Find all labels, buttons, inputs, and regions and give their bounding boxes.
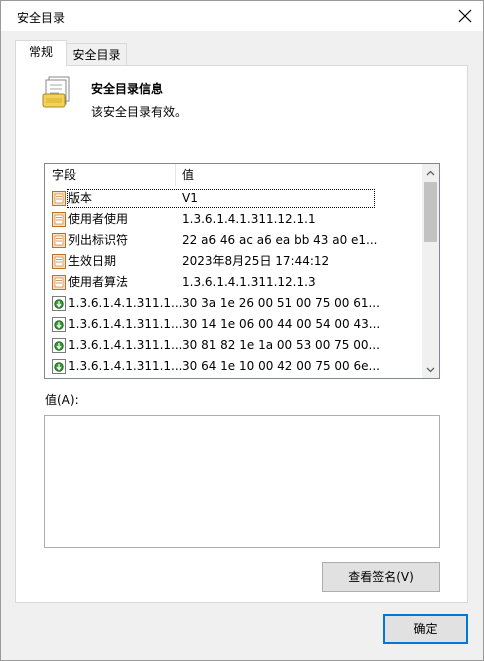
list-row[interactable]: 1.3.6.1.4.1.311.1... 30 81 82 1e 1a 00 5… (45, 335, 422, 356)
list-row[interactable]: 使用者算法 1.3.6.1.4.1.311.12.1.3 (45, 272, 422, 293)
certificate-document-icon (42, 76, 70, 108)
chevron-down-icon (426, 367, 435, 372)
extension-download-icon (52, 317, 66, 332)
list-row[interactable]: 1.3.6.1.4.1.311.1... 30 3a 1e 26 00 51 0… (45, 293, 422, 314)
column-header-field[interactable]: 字段 (52, 164, 76, 186)
row-field: 使用者使用 (68, 212, 129, 226)
row-value: 30 64 1e 10 00 42 00 75 00 6e... (182, 359, 380, 373)
row-value: 22 a6 46 ac a6 ea bb 43 a0 e1... (182, 233, 378, 247)
info-description: 该安全目录有效。 (91, 105, 188, 119)
document-field-icon (52, 212, 66, 227)
title-bar: 安全目录 (1, 1, 483, 31)
list-row[interactable]: 1.3.6.1.4.1.311.1... 30 14 1e 06 00 44 0… (45, 314, 422, 335)
list-row[interactable]: 版本 V1 (45, 188, 422, 209)
value-textbox[interactable] (44, 415, 440, 548)
scroll-up-button[interactable] (422, 164, 439, 181)
field-list[interactable]: 字段 值 版本 V1 使用者使用 1.3.6.1.4.1.311.12.1.1 … (44, 163, 440, 379)
row-field: 1.3.6.1.4.1.311.1... (68, 338, 183, 352)
tab-general[interactable]: 常规 (15, 40, 67, 66)
ok-button[interactable]: 确定 (383, 614, 468, 644)
chevron-up-icon (426, 170, 435, 175)
column-divider[interactable] (175, 164, 176, 186)
list-row[interactable]: 生效日期 2023年8月25日 17:44:12 (45, 251, 422, 272)
row-value: 30 81 82 1e 1a 00 53 00 75 00... (182, 338, 380, 352)
close-button[interactable] (447, 1, 483, 31)
document-field-icon (52, 233, 66, 248)
selected-cell-focus (67, 189, 375, 208)
document-field-icon (52, 254, 66, 269)
list-header: 字段 值 (45, 164, 422, 186)
row-value: 30 3a 1e 26 00 51 00 75 00 61... (182, 296, 380, 310)
value-label: 值(A): (45, 393, 79, 407)
row-value: 1.3.6.1.4.1.311.12.1.3 (182, 275, 316, 289)
view-signature-button[interactable]: 查看签名(V) (322, 562, 440, 592)
info-title: 安全目录信息 (91, 82, 164, 96)
scroll-down-button[interactable] (422, 361, 439, 378)
row-field: 列出标识符 (68, 233, 129, 247)
row-value: V1 (182, 191, 198, 205)
list-row[interactable]: 列出标识符 22 a6 46 ac a6 ea bb 43 a0 e1... (45, 230, 422, 251)
document-field-icon (52, 191, 66, 206)
row-value: 2023年8月25日 17:44:12 (182, 254, 330, 268)
list-row[interactable]: 1.3.6.1.4.1.311.1... 30 64 1e 10 00 42 0… (45, 356, 422, 377)
row-field: 使用者算法 (68, 275, 129, 289)
scroll-thumb[interactable] (424, 182, 437, 242)
row-field: 1.3.6.1.4.1.311.1... (68, 296, 183, 310)
row-field: 生效日期 (68, 254, 117, 268)
extension-download-icon (52, 338, 66, 353)
row-value: 1.3.6.1.4.1.311.12.1.1 (182, 212, 316, 226)
document-field-icon (52, 275, 66, 290)
row-value: 30 14 1e 06 00 44 00 54 00 43... (182, 317, 381, 331)
column-header-value[interactable]: 值 (182, 164, 194, 186)
window-title: 安全目录 (17, 11, 66, 25)
extension-download-icon (52, 296, 66, 311)
close-icon (458, 9, 472, 23)
row-field: 1.3.6.1.4.1.311.1... (68, 317, 183, 331)
vertical-scrollbar[interactable] (422, 164, 439, 378)
tab-security-catalog[interactable]: 安全目录 (67, 43, 127, 66)
list-row[interactable]: 使用者使用 1.3.6.1.4.1.311.12.1.1 (45, 209, 422, 230)
row-field: 1.3.6.1.4.1.311.1... (68, 359, 183, 373)
extension-download-icon (52, 359, 66, 374)
row-field: 版本 (68, 191, 93, 205)
